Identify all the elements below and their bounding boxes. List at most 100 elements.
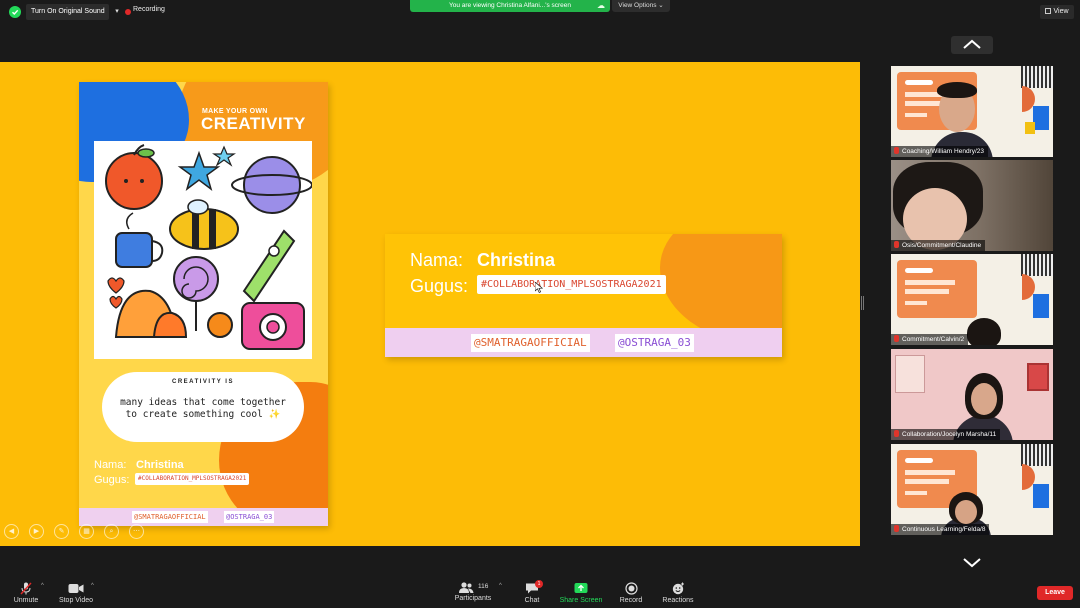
background-stripes [1021, 444, 1053, 466]
background-book-yellow [1025, 122, 1035, 134]
participants-icon-row: 116 [451, 578, 495, 595]
quote-line-1: many ideas that come together [120, 397, 286, 408]
unmute-label: Unmute [13, 597, 39, 604]
audio-options-caret-icon[interactable]: ^ [41, 583, 44, 589]
participant-tile[interactable]: Osis/Commitment/Claudine [891, 160, 1053, 251]
recording-dot-icon [125, 9, 131, 15]
participants-caret-icon[interactable]: ^ [499, 583, 502, 589]
participants-icon [458, 582, 474, 593]
participant-name: Coaching/William Hendry/23 [902, 148, 985, 155]
original-sound-caret-icon[interactable]: ▾ [112, 4, 122, 20]
name-card-handle-smatraga: @SMATRAGAOFFICIAL [471, 334, 590, 352]
quote-text: many ideas that come together to create … [112, 397, 294, 421]
muted-mic-icon [894, 241, 899, 248]
share-screen-button[interactable]: Share Screen [556, 578, 606, 608]
record-button[interactable]: Record [614, 578, 648, 608]
reactions-button[interactable]: Reactions [658, 578, 698, 608]
muted-mic-icon [894, 525, 899, 532]
name-card-name-value: Christina [477, 250, 556, 270]
zoom-icon[interactable]: ⌕ [104, 524, 119, 539]
participant-name: Osis/Commitment/Claudine [902, 242, 982, 249]
wall-picture [1027, 363, 1049, 391]
participants-button[interactable]: 116 Participants [451, 578, 495, 608]
name-card-handle-ostraga: @OSTRAGA_03 [615, 334, 694, 352]
participant-name: Continuous Learning/Felda/8 [902, 526, 986, 533]
participant-face [955, 500, 977, 524]
view-button[interactable]: View [1040, 5, 1074, 19]
previous-slide-icon[interactable]: ◀ [4, 524, 19, 539]
chevron-up-icon [963, 39, 981, 49]
zoom-meeting-window: Turn On Original Sound ▾ Recording You a… [0, 0, 1080, 608]
panel-resize-handle[interactable] [861, 296, 864, 310]
slides-grid-icon[interactable]: ▦ [79, 524, 94, 539]
view-label: View [1053, 8, 1069, 15]
background-book [1033, 484, 1049, 508]
participant-tile[interactable]: Collaboration/Jocelyn Marsha/11 [891, 349, 1053, 440]
background-book [1033, 106, 1049, 130]
top-bar: Turn On Original Sound ▾ Recording You a… [0, 0, 1080, 24]
quote-line-2: to create something cool ✨ [125, 409, 281, 420]
participant-tile[interactable]: Commitment/Calvin/2 [891, 254, 1053, 345]
record-label: Record [619, 597, 643, 604]
name-card-gugus-label: Gugus: [410, 276, 469, 296]
participant-name: Commitment/Calvin/2 [902, 336, 965, 343]
background-book [1033, 294, 1049, 318]
recording-label: Recording [133, 6, 165, 13]
next-slide-icon[interactable]: ▶ [29, 524, 44, 539]
poster-gugus-tag: #COLLABORATION_MPLSOSTRAGA2021 [135, 473, 250, 485]
background-stripes [1021, 254, 1053, 276]
unmute-button[interactable]: Unmute [8, 578, 44, 608]
cloud-icon: ☁ [597, 1, 605, 10]
pen-icon[interactable]: ✎ [54, 524, 69, 539]
share-screen-label: Share Screen [559, 597, 603, 604]
poster-handle-ostraga: @OSTRAGA_03 [224, 511, 275, 523]
participant-name-label: Commitment/Calvin/2 [891, 334, 969, 345]
share-screen-icon [574, 583, 588, 593]
reactions-label: Reactions [662, 597, 694, 604]
video-camera-icon [68, 584, 84, 593]
participant-head [967, 318, 1001, 345]
view-grid-icon [1045, 8, 1052, 14]
video-options-caret-icon[interactable]: ^ [91, 583, 94, 589]
quote-heading: CREATIVITY IS [172, 379, 234, 385]
shared-screen[interactable]: MAKE YOUR OWN CREATIVITY CREATIVITY IS m… [0, 62, 860, 546]
background-stripes [1021, 66, 1053, 88]
viewing-screen-banner: You are viewing Christina Alfani...'s sc… [410, 0, 610, 12]
stop-video-button[interactable]: Stop Video [56, 578, 96, 608]
name-card-name-label: Nama: [410, 250, 464, 270]
name-card-gugus-tag: #COLLABORATION_MPLSOSTRAGA2021 [477, 275, 666, 294]
smiley-plus-icon [672, 582, 684, 595]
creativity-poster: MAKE YOUR OWN CREATIVITY CREATIVITY IS m… [79, 82, 328, 526]
participant-name: Collaboration/Jocelyn Marsha/11 [902, 431, 997, 438]
muted-mic-icon [894, 147, 899, 154]
quote-card: CREATIVITY IS many ideas that come toget… [102, 372, 304, 442]
chat-label: Chat [524, 597, 540, 604]
mouse-cursor-icon [535, 282, 543, 293]
poster-name-value: Christina [136, 459, 184, 471]
scroll-down-button[interactable] [951, 554, 993, 572]
more-options-icon[interactable]: ⋯ [129, 524, 144, 539]
poster-gugus-label: Gugus: [94, 474, 130, 486]
name-card: Nama: Christina Gugus: #COLLABORATION_MP… [385, 234, 782, 357]
participant-name-label: Continuous Learning/Felda/8 [891, 524, 990, 535]
leave-meeting-button[interactable]: Leave [1037, 586, 1073, 600]
poster-handle-smatraga: @SMATRAGAOFFICIAL [132, 511, 208, 523]
participants-label: Participants [454, 595, 492, 602]
scroll-up-button[interactable] [951, 36, 993, 54]
original-sound-button[interactable]: Turn On Original Sound [26, 4, 109, 20]
background-slide [897, 260, 977, 318]
participant-face [971, 383, 997, 415]
muted-microphone-icon [20, 582, 32, 595]
chat-unread-badge: 1 [535, 580, 543, 588]
participant-tile[interactable]: Continuous Learning/Felda/8 [891, 444, 1053, 535]
participants-count: 116 [478, 583, 489, 590]
participant-hair [937, 82, 977, 98]
view-options-button[interactable]: View Options ⌄ [612, 0, 670, 12]
participant-name-label: Osis/Commitment/Claudine [891, 240, 986, 251]
wall-poster [895, 355, 925, 393]
participant-tile[interactable]: Coaching/William Hendry/23 [891, 66, 1053, 157]
stop-video-label: Stop Video [58, 597, 94, 604]
participant-name-label: Collaboration/Jocelyn Marsha/11 [891, 429, 1001, 440]
record-icon [624, 582, 638, 595]
security-shield-icon[interactable] [9, 6, 21, 18]
